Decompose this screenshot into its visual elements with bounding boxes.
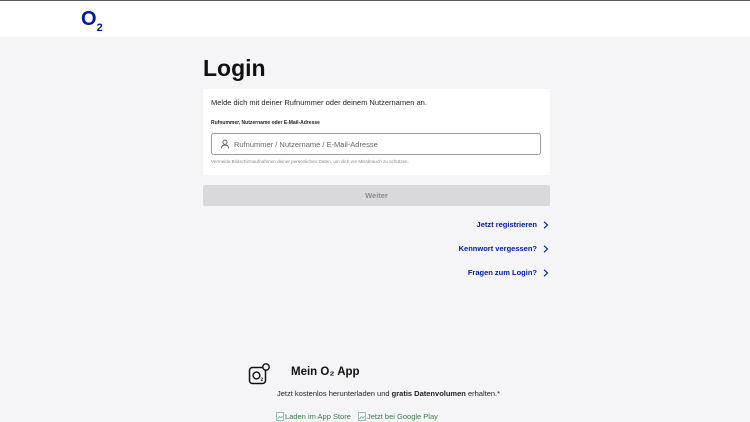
login-faq-link-label: Fragen zum Login? <box>467 268 537 277</box>
login-field-label: Rufnummer, Nutzername oder E-Mail-Adress… <box>211 120 320 126</box>
app-store-alt-text: Laden im App Store <box>285 412 351 421</box>
app-description-part: erhalten.* <box>465 389 501 398</box>
chevron-right-icon <box>543 268 549 277</box>
login-faq-link[interactable]: Fragen zum Login? <box>468 268 549 277</box>
header-bar: O2 <box>0 0 750 37</box>
user-icon <box>220 139 230 149</box>
svg-text:2: 2 <box>260 377 263 382</box>
broken-image-icon <box>358 412 366 421</box>
chevron-right-icon <box>543 220 549 229</box>
register-link[interactable]: Jetzt registrieren <box>477 220 549 229</box>
privacy-hint: Vermeide Bildschirmaufnahmen deiner pers… <box>211 159 409 164</box>
google-play-alt-text: Jetzt bei Google Play <box>367 412 438 421</box>
chevron-right-icon <box>543 244 549 253</box>
login-input-wrapper[interactable] <box>211 133 541 155</box>
app-description-highlight: gratis Datenvolumen <box>391 389 466 398</box>
login-card: Melde dich mit deiner Rufnummer oder dei… <box>203 89 550 175</box>
login-intro-text: Melde dich mit deiner Rufnummer oder dei… <box>211 98 427 107</box>
register-link-label: Jetzt registrieren <box>476 220 537 229</box>
logo-letter: O <box>81 8 97 30</box>
app-title: Mein O₂ App <box>291 366 360 378</box>
o2-logo[interactable]: O2 <box>81 8 103 34</box>
o2-app-icon: 2 <box>248 363 270 385</box>
logo-subscript: 2 <box>96 22 103 34</box>
forgot-password-link-label: Kennwort vergessen? <box>458 244 537 253</box>
google-play-link[interactable]: Jetzt bei Google Play <box>358 412 438 421</box>
app-description-part: Jetzt kostenlos herunterladen und <box>277 389 392 398</box>
app-description: Jetzt kostenlos herunterladen und gratis… <box>277 389 500 398</box>
forgot-password-link[interactable]: Kennwort vergessen? <box>459 244 549 253</box>
broken-image-icon <box>276 412 284 421</box>
submit-button[interactable]: Weiter <box>203 185 550 206</box>
app-store-link[interactable]: Laden im App Store <box>276 412 351 421</box>
login-input[interactable] <box>234 136 534 152</box>
page-title: Login <box>203 55 266 81</box>
